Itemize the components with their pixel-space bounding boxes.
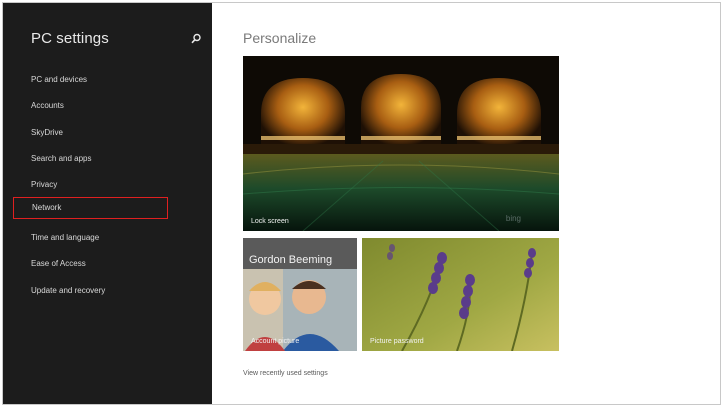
nav-item-privacy[interactable]: Privacy: [31, 180, 57, 189]
view-recent-settings-link[interactable]: View recently used settings: [243, 370, 328, 377]
nav-item-time-and-language[interactable]: Time and language: [31, 233, 99, 242]
lock-screen-label: Lock screen: [251, 218, 289, 225]
sidebar: PC settings PC and devices Accounts SkyD…: [3, 3, 212, 404]
nav-item-search-and-apps[interactable]: Search and apps: [31, 154, 92, 163]
nav-item-accounts[interactable]: Accounts: [31, 101, 64, 110]
nav-item-network[interactable]: Network: [13, 197, 168, 219]
nav-item-skydrive[interactable]: SkyDrive: [31, 128, 63, 137]
pc-settings-window: PC settings PC and devices Accounts SkyD…: [2, 2, 721, 405]
main-content: Personalize Lock screen bing Gordon Beem…: [212, 3, 720, 404]
nav-item-update-and-recovery[interactable]: Update and recovery: [31, 286, 105, 295]
nav-item-pc-and-devices[interactable]: PC and devices: [31, 75, 87, 84]
nav-item-ease-of-access[interactable]: Ease of Access: [31, 259, 86, 268]
page-title: Personalize: [243, 30, 317, 46]
picture-password-label: Picture password: [370, 338, 424, 345]
account-name: Gordon Beeming: [249, 254, 333, 266]
sidebar-title: PC settings: [31, 30, 109, 47]
account-picture-label: Account picture: [251, 338, 300, 345]
search-icon: [191, 33, 201, 44]
picture-password-tile[interactable]: Picture password: [362, 238, 559, 351]
picture-password-image: [362, 238, 559, 351]
lock-screen-tile[interactable]: Lock screen bing: [243, 56, 559, 231]
search-button[interactable]: [189, 32, 203, 46]
account-picture-tile[interactable]: Gordon Beeming Account picture: [243, 238, 357, 351]
lock-screen-image: [243, 56, 559, 231]
bing-watermark: bing: [505, 214, 521, 223]
